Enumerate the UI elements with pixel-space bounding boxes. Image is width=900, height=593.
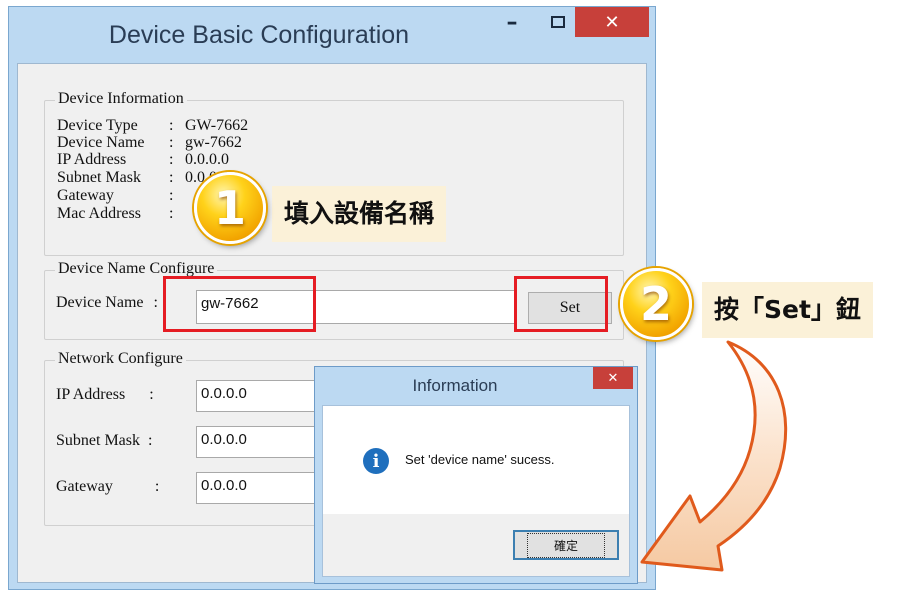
device-name-label-text: Device Name (56, 294, 144, 311)
gateway-label: Gateway: (56, 478, 160, 495)
ip-address-label: IP Address: (56, 386, 154, 403)
info-label: Device Type (57, 117, 138, 134)
subnet-mask-label-text: Subnet Mask (56, 432, 140, 449)
info-label: Mac Address (57, 205, 141, 222)
info-label: Device Name (57, 134, 145, 151)
dialog-message: Set 'device name' sucess. (405, 452, 555, 467)
network-config-title: Network Configure (55, 350, 186, 368)
dialog-body: i Set 'device name' sucess. 確定 (322, 405, 630, 577)
info-value: 0.0.0.0 (185, 151, 229, 168)
dialog-message-area: i Set 'device name' sucess. (323, 406, 629, 514)
close-button[interactable]: ✕ (575, 7, 649, 37)
device-info-title: Device Information (55, 90, 187, 108)
window-title: Device Basic Configuration (108, 21, 410, 49)
info-row-gateway: Gateway: (57, 187, 174, 204)
device-name-label: Device Name: (56, 294, 158, 311)
info-label: Subnet Mask (57, 169, 141, 186)
highlight-set-button (514, 276, 608, 332)
ip-address-label-text: IP Address (56, 386, 126, 403)
gateway-label-text: Gateway (56, 478, 113, 495)
info-row-device-type: Device Type: GW-7662 (57, 117, 249, 134)
info-value: gw-7662 (185, 134, 242, 151)
step1-callout: 填入設備名稱 (272, 186, 447, 242)
info-value: GW-7662 (185, 117, 249, 134)
info-row-mac-address: Mac Address: (57, 205, 174, 222)
info-row-ip-address: IP Address:0.0.0.0 (57, 151, 229, 168)
dialog-ok-label: 確定 (526, 532, 605, 558)
step1-badge: 1 (194, 172, 266, 244)
info-label: IP Address (57, 151, 127, 168)
subnet-mask-label: Subnet Mask: (56, 432, 153, 449)
highlight-device-name (163, 276, 316, 332)
info-icon: i (363, 448, 389, 474)
maximize-icon (551, 16, 565, 28)
information-dialog: Information ✕ i Set 'device name' sucess… (314, 366, 638, 584)
curved-arrow-icon (640, 340, 788, 572)
minimize-button[interactable]: – (489, 7, 535, 37)
info-label: Gateway (57, 187, 114, 204)
title-bar[interactable]: Device Basic Configuration – ✕ (9, 7, 655, 63)
dialog-title: Information (412, 376, 498, 395)
info-row-device-name: Device Name: gw-7662 (57, 134, 242, 151)
